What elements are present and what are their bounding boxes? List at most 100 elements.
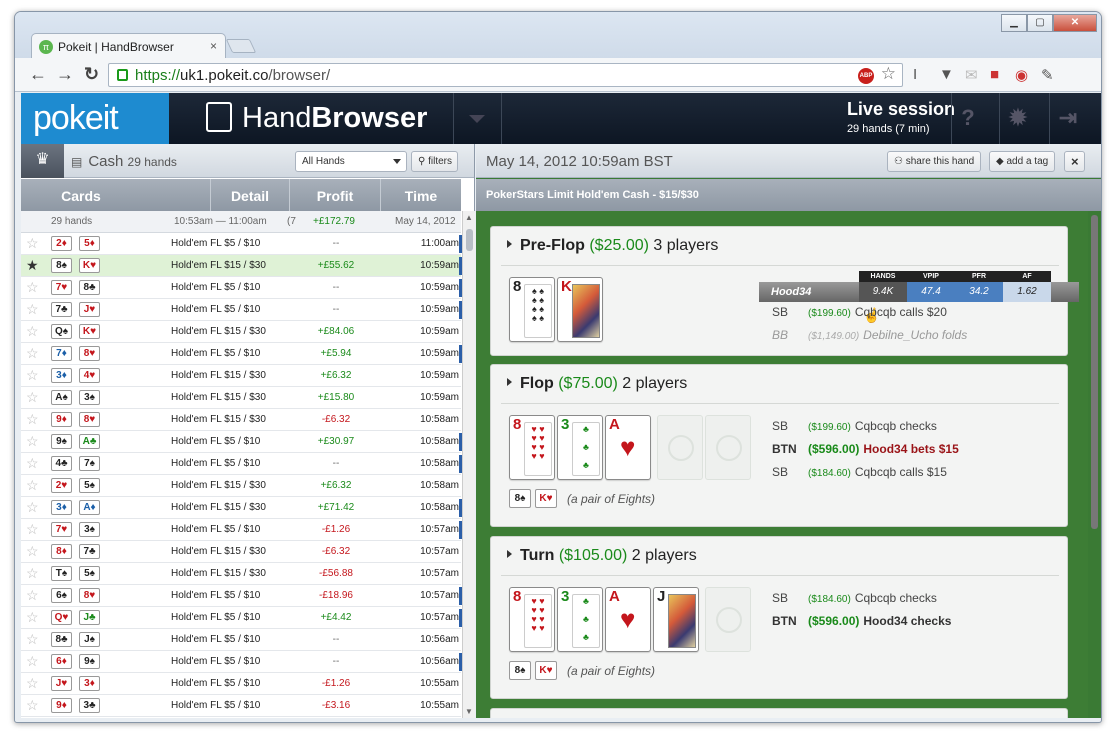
favorite-star-icon[interactable]: ☆: [26, 279, 39, 296]
board-card-three-clubs: 3 ♣ ♣ ♣: [557, 587, 603, 652]
reload-icon[interactable]: ↻: [84, 64, 99, 85]
table-row[interactable]: ☆ 7♥ 3♠ Hold'em FL $5 / $10 -£1.26 10:57am: [21, 519, 462, 541]
mail-icon[interactable]: ✉: [965, 66, 978, 84]
favorite-star-icon[interactable]: ☆: [26, 521, 39, 538]
favorite-star-icon[interactable]: ☆: [26, 235, 39, 252]
favorite-star-icon[interactable]: ☆: [26, 631, 39, 648]
table-row[interactable]: ☆ J♥ 3♦ Hold'em FL $5 / $10 -£1.26 10:55am: [21, 673, 461, 695]
table-row[interactable]: ☆ 4♣ 7♠ Hold'em FL $5 / $10 -- 10:58am: [21, 453, 462, 475]
favorite-star-icon[interactable]: ☆: [26, 609, 39, 626]
favorite-star-icon[interactable]: ☆: [26, 477, 39, 494]
table-row[interactable]: ☆ Q♠ K♥ Hold'em FL $15 / $30 +£84.06 10:59am: [21, 321, 461, 343]
bookmark-star-icon[interactable]: ☆: [881, 64, 896, 84]
settings-gear-icon[interactable]: ✹: [1005, 105, 1031, 131]
table-row[interactable]: ☆ 7♣ J♥ Hold'em FL $5 / $10 -- 10:59am: [21, 299, 462, 321]
table-row[interactable]: ☆ 6♠ 8♥ Hold'em FL $5 / $10 -£18.96 10:57am: [21, 585, 462, 607]
live-session: Live session 29 hands (7 min): [847, 99, 955, 135]
table-row[interactable]: ☆ 7♦ 8♥ Hold'em FL $5 / $10 +£5.94 10:59am: [21, 343, 462, 365]
hands-filter-select[interactable]: All Hands: [295, 151, 407, 172]
favorite-star-icon[interactable]: ☆: [26, 323, 39, 340]
minimize-button[interactable]: ▁: [1001, 14, 1027, 32]
close-hand-button[interactable]: ×: [1064, 151, 1085, 172]
table-row[interactable]: ☆ 9♦ 8♥ Hold'em FL $15 / $30 -£6.32 10:58am: [21, 409, 461, 431]
turn-header[interactable]: Turn ($105.00) 2 players: [507, 547, 697, 565]
app-menu-dropdown-icon[interactable]: [469, 115, 485, 123]
cash-tab[interactable]: ▤ Cash 29 hands: [71, 153, 177, 170]
help-icon[interactable]: ?: [955, 105, 981, 131]
favorite-star-icon[interactable]: ☆: [26, 367, 39, 384]
favorite-star-icon[interactable]: ☆: [26, 345, 39, 362]
extension-i-icon[interactable]: I: [913, 66, 917, 83]
board-card-three-clubs: 3 ♣ ♣ ♣: [557, 415, 603, 480]
table-row[interactable]: ☆ T♠ 5♠ Hold'em FL $15 / $30 -£56.88 10:57am: [21, 563, 461, 585]
game-detail: Hold'em FL $15 / $30: [171, 370, 266, 381]
table-row[interactable]: ☆ 3♦ 4♥ Hold'em FL $15 / $30 +£6.32 10:59am: [21, 365, 461, 387]
favorite-star-icon[interactable]: ☆: [26, 587, 39, 604]
time-value: 10:56am: [420, 656, 459, 667]
col-cards[interactable]: Cards: [21, 188, 141, 204]
wrench-icon[interactable]: ✎: [1041, 66, 1054, 84]
pokeit-logo[interactable]: pokeit: [21, 93, 169, 144]
hole-card: 2♥: [51, 478, 72, 493]
favorite-star-icon[interactable]: ☆: [26, 675, 39, 692]
table-row[interactable]: ☆ 9♠ A♣ Hold'em FL $5 / $10 +£30.97 10:58am: [21, 431, 462, 453]
close-window-button[interactable]: ✕: [1053, 14, 1097, 32]
sofa-icon[interactable]: ■: [990, 66, 999, 83]
time-value: 10:55am: [420, 700, 459, 711]
maximize-button[interactable]: ▢: [1027, 14, 1053, 32]
table-row[interactable]: ☆ Q♥ J♣ Hold'em FL $5 / $10 +£4.42 10:57am: [21, 607, 462, 629]
pocket-icon[interactable]: ▼: [939, 66, 954, 83]
favorite-star-icon[interactable]: ☆: [26, 697, 39, 714]
hole-card: A♦: [79, 500, 100, 515]
favorite-star-icon[interactable]: ☆: [26, 433, 39, 450]
favorite-star-icon[interactable]: ☆: [26, 499, 39, 516]
share-hand-button[interactable]: ⚇ share this hand: [887, 151, 982, 172]
table-row[interactable]: ☆ 6♦ 9♠ Hold'em FL $5 / $10 -- 10:56am: [21, 651, 462, 673]
hud-label: HANDS: [859, 271, 907, 282]
table-row[interactable]: ☆ 7♥ 8♣ Hold'em FL $5 / $10 -- 10:59am: [21, 277, 462, 299]
table-row[interactable]: ☆ 3♦ A♦ Hold'em FL $15 / $30 +£71.42 10:58am: [21, 497, 462, 519]
favorite-star-icon[interactable]: ☆: [26, 301, 39, 318]
tab-close-icon[interactable]: ×: [210, 39, 217, 53]
hands-list-scrollbar[interactable]: ▲ ▼: [462, 211, 475, 718]
favorite-star-icon[interactable]: ☆: [26, 455, 39, 472]
new-tab-button[interactable]: [225, 39, 257, 53]
detail-scrollbar[interactable]: [1088, 211, 1101, 718]
favorite-star-icon[interactable]: ★: [26, 257, 39, 274]
hole-card: A♣: [79, 434, 100, 449]
forward-icon[interactable]: →: [56, 64, 74, 85]
favorite-star-icon[interactable]: ☆: [26, 543, 39, 560]
favorite-star-icon[interactable]: ☆: [26, 411, 39, 428]
table-row[interactable]: ☆ A♠ 3♠ Hold'em FL $15 / $30 +£15.80 10:59am: [21, 387, 461, 409]
logout-icon[interactable]: ⇥: [1055, 105, 1081, 131]
table-row[interactable]: ☆ 2♦ 5♦ Hold'em FL $5 / $10 -- 11:00am: [21, 233, 462, 255]
favorite-star-icon[interactable]: ☆: [26, 653, 39, 670]
hud-value: 9.4K: [859, 282, 907, 302]
favorite-star-icon[interactable]: ☆: [26, 389, 39, 406]
table-row[interactable]: ☆ 2♥ 5♠ Hold'em FL $15 / $30 +£6.32 10:58am: [21, 475, 461, 497]
street-name: Flop: [520, 375, 554, 392]
table-row[interactable]: ☆ 8♣ J♠ Hold'em FL $5 / $10 -- 10:56am: [21, 629, 461, 651]
col-detail[interactable]: Detail: [211, 188, 289, 204]
back-icon[interactable]: ←: [29, 64, 47, 85]
preflop-header[interactable]: Pre-Flop ($25.00) 3 players: [507, 237, 718, 255]
address-bar[interactable]: https://uk1.pokeit.co/browser/ ABP ☆: [108, 63, 903, 87]
flop-header[interactable]: Flop ($75.00) 2 players: [507, 375, 687, 393]
player-hud[interactable]: Hood34 HANDS 9.4K VPIP 47.4 PFR 34.2 AF 1.62: [759, 271, 1079, 305]
table-row[interactable]: ★ 8♠ K♥ Hold'em FL $15 / $30 +£55.62 10:59am: [21, 255, 462, 277]
add-tag-button[interactable]: ◆ add a tag: [989, 151, 1056, 172]
pot-amount: ($75.00): [558, 375, 618, 392]
browser-tab[interactable]: π Pokeit | HandBrowser ×: [31, 33, 226, 59]
profit-value: +£6.32: [320, 480, 352, 491]
hole-card: 7♣: [51, 302, 72, 317]
summary-profit: +£172.79: [313, 216, 355, 227]
table-row[interactable]: ☆ 8♦ 7♣ Hold'em FL $15 / $30 -£6.32 10:57am: [21, 541, 461, 563]
adblock-icon[interactable]: ABP: [858, 68, 874, 84]
favorite-star-icon[interactable]: ☆: [26, 565, 39, 582]
trophy-icon[interactable]: ♛: [21, 144, 64, 178]
filters-button[interactable]: ⚲ filters: [411, 151, 458, 172]
col-time[interactable]: Time: [381, 188, 461, 204]
col-profit[interactable]: Profit: [290, 188, 380, 204]
table-row[interactable]: ☆ 9♦ 3♣ Hold'em FL $5 / $10 -£3.16 10:55am: [21, 695, 461, 717]
timer-icon[interactable]: ◉: [1015, 66, 1028, 84]
